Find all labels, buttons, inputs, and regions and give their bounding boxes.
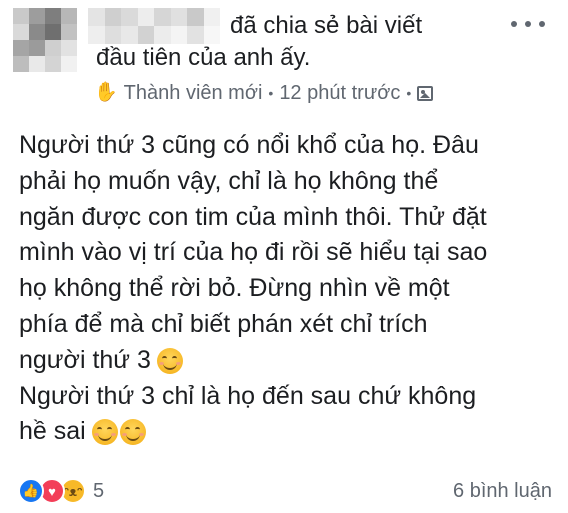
header-action-line2: đầu tiên của anh ấy. (96, 44, 311, 71)
post-meta: ✋ Thành viên mới • 12 phút trước • (94, 80, 434, 106)
member-badge[interactable]: Thành viên mới (124, 80, 263, 106)
body-line: phía để mà chỉ biết phán xét chỉ trích (19, 309, 428, 338)
body-line: ngăn được con tim của mình thôi. Thử đặt (19, 202, 487, 231)
reaction-count: 5 (93, 479, 105, 502)
body-line: hề sai (19, 417, 86, 446)
post-footer: 👍 ♥ ᵔᴥᵔ 5 6 bình luận (18, 476, 552, 506)
smiling-face-icon (156, 347, 183, 374)
body-line: phải họ muốn vậy, chỉ là họ không thể (19, 166, 439, 195)
body-line-with-emoji: người thứ 3 (19, 343, 559, 379)
more-options-button[interactable] (511, 14, 545, 34)
dot-icon (525, 21, 531, 27)
body-line: Người thứ 3 chỉ là họ đến sau chứ không (19, 381, 477, 410)
post-header: đã chia sẻ bài viết đầu tiên của anh ấy. (96, 10, 496, 74)
comments-count-link[interactable]: 6 bình luận (453, 480, 552, 503)
dot-icon (539, 21, 545, 27)
header-action-line1: đã chia sẻ bài viết (230, 12, 423, 39)
reactions-summary[interactable]: 👍 ♥ ᵔᴥᵔ 5 (18, 478, 104, 504)
group-photo-icon[interactable] (417, 85, 434, 101)
body-line: họ không thể rời bỏ. Đừng nhìn về một (19, 274, 450, 303)
body-line: Người thứ 3 cũng có nổi khổ của họ. Đâu (19, 131, 479, 159)
dot-icon (511, 21, 517, 27)
wave-hand-icon: ✋ (94, 82, 118, 103)
post-time[interactable]: 12 phút trước (279, 80, 400, 106)
avatar[interactable] (13, 8, 77, 72)
meta-separator: • (268, 85, 274, 101)
body-line: mình vào vị trí của họ đi rồi sẽ hiểu tạ… (19, 238, 488, 267)
meta-separator: • (406, 85, 412, 101)
body-line-with-emoji: hề sai (19, 414, 559, 450)
like-icon: 👍 (18, 478, 44, 504)
smiling-face-icon (91, 419, 118, 446)
smiling-face-icon (119, 419, 146, 446)
post-body: Người thứ 3 cũng có nổi khổ của họ. Đâu … (19, 128, 559, 450)
body-line: người thứ 3 (19, 345, 151, 374)
